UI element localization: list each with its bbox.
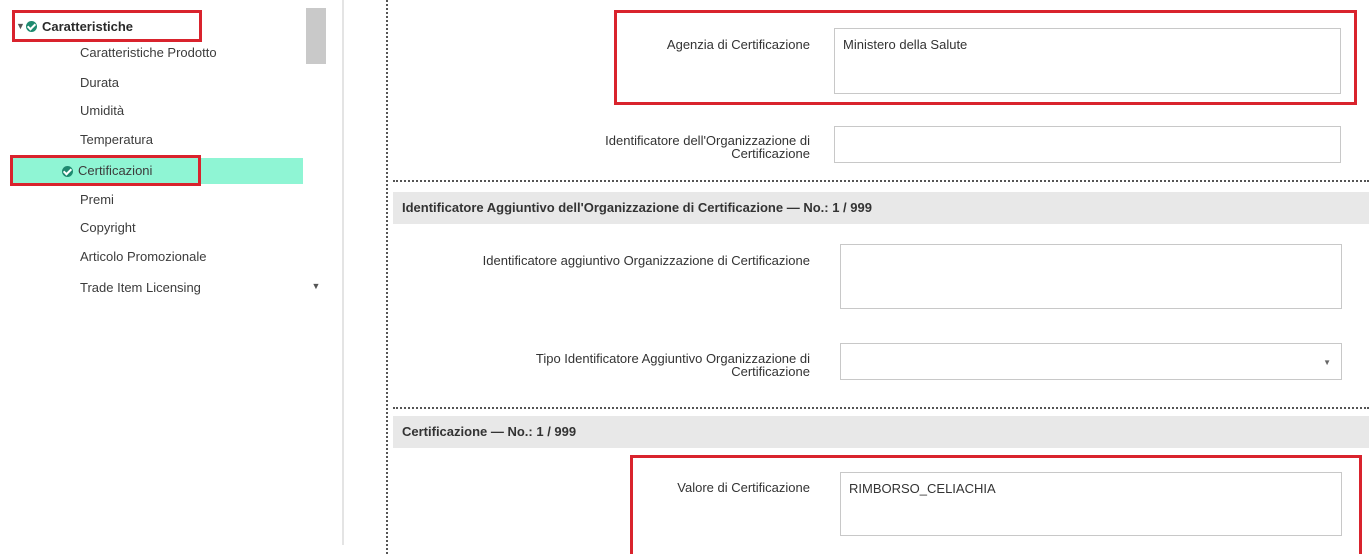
identificatore-org-field[interactable] (834, 126, 1341, 163)
section-divider (393, 180, 1369, 182)
tree-item-premi[interactable]: Premi (80, 187, 114, 213)
section-header-aggiuntivo: Identificatore Aggiuntivo dell'Organizza… (393, 192, 1369, 224)
section-header-certificazione: Certificazione — No.: 1 / 999 (393, 416, 1369, 448)
sidebar-tree: ▼ Caratteristiche Caratteristiche Prodot… (0, 0, 330, 554)
tree-item-copyright[interactable]: Copyright (80, 215, 136, 241)
tree-item-articolo-promozionale[interactable]: Articolo Promozionale (80, 244, 206, 270)
tipo-id-label: Tipo Identificatore Aggiuntivo Organizza… (535, 351, 810, 379)
sidebar-divider (342, 0, 344, 545)
tree-item-durata[interactable]: Durata (80, 70, 119, 96)
identificatore-org-label: Identificatore dell'Organizzazione di Ce… (605, 133, 810, 161)
tree-item-temperatura[interactable]: Temperatura (80, 127, 153, 153)
valore-label: Valore di Certificazione (677, 480, 810, 495)
check-circle-icon (26, 20, 37, 32)
id-aggiuntivo-field[interactable] (840, 244, 1342, 309)
agenzia-label: Agenzia di Certificazione (666, 37, 810, 52)
tipo-id-select[interactable]: ▼ (840, 343, 1342, 380)
id-aggiuntivo-label: Identificatore aggiuntivo Organizzazione… (482, 253, 810, 268)
tree-root-caratteristiche[interactable]: ▼ Caratteristiche (12, 12, 202, 40)
tree-item-caratteristiche-prodotto[interactable]: Caratteristiche Prodotto (80, 40, 217, 66)
content-border (386, 0, 388, 554)
scroll-down-icon[interactable]: ▼ (309, 281, 323, 293)
tree-item-label: Certificazioni (78, 163, 153, 178)
tree-item-trade-item-licensing[interactable]: Trade Item Licensing (80, 275, 201, 301)
valore-field[interactable]: RIMBORSO_CELIACHIA (840, 472, 1342, 536)
check-circle-icon (62, 165, 73, 177)
caret-down-icon[interactable]: ▼ (16, 21, 26, 31)
tree-root-label: Caratteristiche (42, 18, 134, 34)
tree-item-umidita[interactable]: Umidità (80, 98, 124, 124)
tree-item-certificazioni[interactable]: Certificazioni (12, 158, 303, 184)
dropdown-arrow-icon[interactable]: ▼ (1323, 358, 1331, 367)
scrollbar-thumb[interactable] (306, 8, 326, 64)
section-divider (393, 407, 1369, 409)
agenzia-field[interactable]: Ministero della Salute (834, 28, 1341, 94)
